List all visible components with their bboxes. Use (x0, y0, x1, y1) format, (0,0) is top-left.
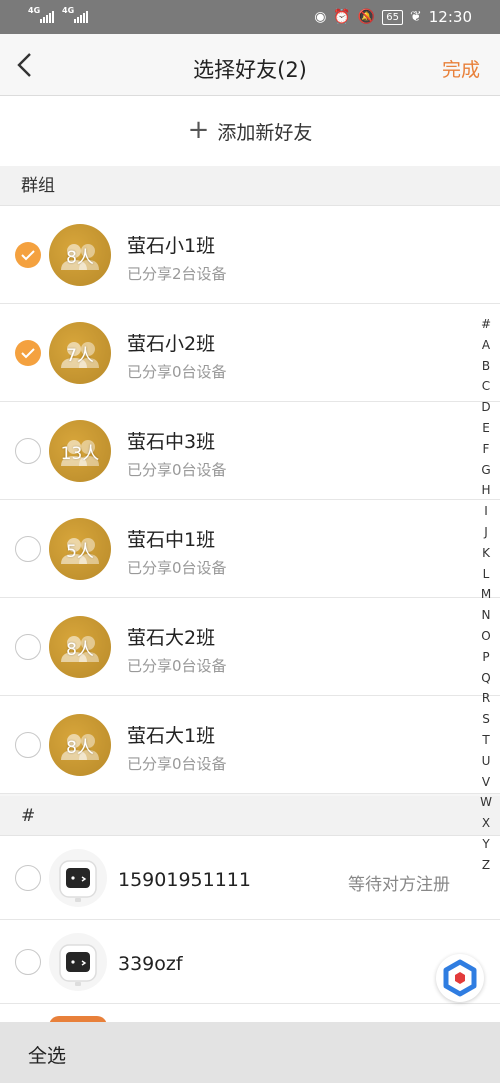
checkbox[interactable] (15, 438, 41, 464)
bottom-bar: 全选 (0, 1022, 500, 1083)
group-share-status: 已分享2台设备 (127, 265, 227, 283)
checkbox[interactable] (15, 865, 41, 891)
group-avatar: 13人 (49, 420, 111, 482)
index-letter[interactable]: Z (476, 855, 496, 876)
section-header-contacts: # (0, 796, 500, 836)
section-header-groups: 群组 (0, 166, 500, 206)
group-row[interactable]: 8人 萤石大2班已分享0台设备 (0, 598, 500, 696)
robot-avatar-icon (49, 849, 107, 907)
contact-row[interactable]: 15901951111 等待对方注册 (0, 836, 500, 920)
mute-bell-icon: 🔕 (357, 8, 376, 25)
index-letter[interactable]: R (476, 688, 496, 709)
index-letter[interactable]: B (476, 356, 496, 377)
clock: 12:30 (428, 8, 472, 26)
member-count: 8人 (66, 738, 94, 758)
done-button[interactable]: 完成 (442, 55, 480, 82)
member-count: 7人 (66, 346, 94, 366)
group-avatar: 7人 (49, 322, 111, 384)
group-name: 萤石大2班 (127, 627, 216, 649)
checkbox-checked[interactable] (15, 340, 41, 366)
nav-bar: 选择好友(2) 完成 (0, 34, 500, 96)
checkbox[interactable] (15, 949, 41, 975)
group-name: 萤石中1班 (127, 529, 216, 551)
index-letter[interactable]: A (476, 335, 496, 356)
index-letter[interactable]: # (476, 314, 496, 335)
member-count: 13人 (60, 444, 100, 464)
index-letter[interactable]: N (476, 605, 496, 626)
page-title: 选择好友(2) (193, 58, 307, 82)
add-friend-label: 添加新好友 (217, 121, 313, 144)
group-share-status: 已分享0台设备 (127, 559, 227, 577)
battery-icon: 65 (382, 9, 404, 25)
group-share-status: 已分享0台设备 (127, 461, 227, 479)
index-letter[interactable]: S (476, 709, 496, 730)
contact-status: 等待对方注册 (348, 875, 450, 895)
contact-name: 15901951111 (118, 869, 251, 891)
group-avatar: 8人 (49, 224, 111, 286)
group-avatar: 8人 (49, 714, 111, 776)
index-letter[interactable]: X (476, 813, 496, 834)
group-share-status: 已分享0台设备 (127, 657, 227, 675)
leaf-icon: ❦ (410, 8, 422, 25)
alarm-icon: ⏰ (333, 8, 351, 25)
checkmark-icon (21, 250, 35, 261)
select-all-button[interactable]: 全选 (28, 1041, 66, 1068)
index-letter[interactable]: F (476, 439, 496, 460)
checkbox-checked[interactable] (15, 242, 41, 268)
eye-icon: ◉ (314, 8, 327, 25)
index-letter[interactable]: T (476, 730, 496, 751)
group-row[interactable]: 7人 萤石小2班已分享0台设备 (0, 304, 500, 402)
group-row[interactable]: 8人 萤石小1班已分享2台设备 (0, 206, 500, 304)
index-letter[interactable]: H (476, 480, 496, 501)
plus-icon: + (187, 114, 210, 145)
index-letter[interactable]: V (476, 772, 496, 793)
contact-name: 339ozf (118, 953, 183, 975)
group-avatar: 8人 (49, 616, 111, 678)
group-share-status: 已分享0台设备 (127, 755, 227, 773)
index-letter[interactable]: D (476, 397, 496, 418)
status-bar: 4G 4G ◉ ⏰ 🔕 65 ❦ 12:30 (0, 0, 500, 34)
index-letter[interactable]: C (476, 376, 496, 397)
group-share-status: 已分享0台设备 (127, 363, 227, 381)
group-name: 萤石小2班 (127, 333, 216, 355)
index-letter[interactable]: U (476, 751, 496, 772)
group-name: 萤石大1班 (127, 725, 216, 747)
alphabet-index[interactable]: # A B C D E F G H I J K L M N O P Q R S T U V W X Y Z (476, 314, 496, 876)
index-letter[interactable]: W (476, 792, 496, 813)
add-friend-button[interactable]: + 添加新好友 (0, 96, 500, 166)
index-letter[interactable]: G (476, 460, 496, 481)
contact-row[interactable]: 339ozf (0, 920, 500, 1004)
hexagon-logo-icon (443, 959, 477, 997)
index-letter[interactable]: O (476, 626, 496, 647)
index-letter[interactable]: I (476, 501, 496, 522)
group-avatar: 5人 (49, 518, 111, 580)
floating-hex-button[interactable] (436, 954, 484, 1002)
member-count: 5人 (66, 542, 94, 562)
cellular-signal-icon-2: 4G (62, 6, 88, 23)
member-count: 8人 (66, 248, 94, 268)
checkmark-icon (21, 348, 35, 359)
member-count: 8人 (66, 640, 94, 660)
group-row[interactable]: 13人 萤石中3班已分享0台设备 (0, 402, 500, 500)
checkbox[interactable] (15, 536, 41, 562)
group-row[interactable]: 5人 萤石中1班已分享0台设备 (0, 500, 500, 598)
index-letter[interactable]: P (476, 647, 496, 668)
group-name: 萤石小1班 (127, 235, 216, 257)
index-letter[interactable]: E (476, 418, 496, 439)
checkbox[interactable] (15, 634, 41, 660)
index-letter[interactable]: Q (476, 668, 496, 689)
index-letter[interactable]: M (476, 584, 496, 605)
checkbox[interactable] (15, 732, 41, 758)
group-row[interactable]: 8人 萤石大1班已分享0台设备 (0, 696, 500, 794)
robot-avatar-icon (49, 933, 107, 991)
index-letter[interactable]: Y (476, 834, 496, 855)
index-letter[interactable]: L (476, 564, 496, 585)
cellular-signal-icon: 4G (28, 6, 54, 23)
index-letter[interactable]: J (476, 522, 496, 543)
index-letter[interactable]: K (476, 543, 496, 564)
group-name: 萤石中3班 (127, 431, 216, 453)
